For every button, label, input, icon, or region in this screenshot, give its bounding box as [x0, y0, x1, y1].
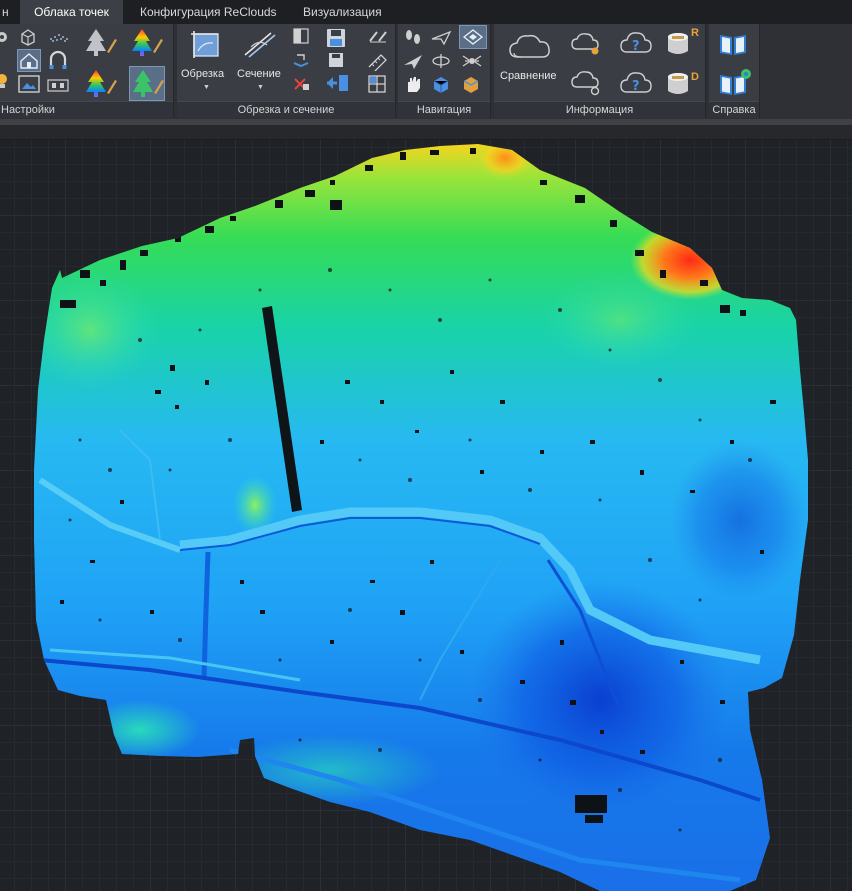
grid-icon[interactable] — [367, 74, 387, 94]
house-cloud-icon[interactable] — [17, 49, 41, 72]
compare-button[interactable]: Сравнение — [500, 27, 564, 93]
tree-pen-icon[interactable] — [84, 27, 118, 59]
cloud-dot-icon[interactable] — [569, 29, 603, 57]
plane-icon[interactable] — [402, 51, 424, 71]
section-dropdown-arrow: ▼ — [257, 84, 264, 91]
tree-color-icon[interactable] — [84, 68, 118, 100]
lightbulb-partial-icon[interactable] — [0, 72, 12, 90]
svg-text:?: ? — [632, 39, 640, 54]
tree-rainbow-pen-icon[interactable] — [130, 27, 164, 59]
cloud-question-icon[interactable]: ? — [618, 28, 654, 58]
save-as-icon[interactable] — [325, 51, 347, 71]
group-clip-section-label: Обрезка и сечение — [177, 101, 395, 118]
point-cloud-render[interactable] — [0, 140, 852, 891]
database-d-badge: D — [691, 71, 699, 83]
picture-frame-icon[interactable] — [17, 73, 41, 95]
group-help: Справка — [709, 24, 760, 118]
svg-text:?: ? — [632, 79, 640, 94]
tab-visualization[interactable]: Визуализация — [303, 0, 403, 24]
fly-plane-icon[interactable] — [430, 27, 452, 47]
elevation-map — [34, 144, 808, 891]
database-d-icon[interactable]: D — [664, 67, 700, 101]
measure-icon[interactable] — [367, 51, 389, 71]
hatch-icon[interactable] — [46, 27, 72, 45]
group-clip-section: Обрезка ▼ Сечение ▼ Обрезка и сечение — [177, 24, 396, 118]
group-info-label: Информация — [494, 101, 705, 118]
orbit-icon[interactable] — [430, 51, 452, 71]
clip-dropdown-arrow: ▼ — [203, 84, 210, 91]
cube-icon[interactable] — [18, 27, 38, 47]
compare-button-label: Сравнение — [500, 70, 557, 82]
group-navigation: Навигация — [398, 24, 491, 118]
book-icon[interactable] — [717, 30, 749, 58]
ribbon: Настройки Обрезка ▼ Сечение ▼ Обрезка и … — [0, 24, 852, 119]
ribbon-tabs: н Облака точек Конфигурация ReClouds Виз… — [0, 0, 852, 24]
database-r-icon[interactable]: R — [664, 27, 700, 61]
binoculars-icon[interactable] — [367, 27, 389, 47]
hand-icon[interactable] — [402, 74, 424, 94]
footprints-icon[interactable] — [402, 27, 424, 47]
group-help-label: Справка — [709, 101, 759, 118]
tab-reclouds-config[interactable]: Конфигурация ReClouds — [140, 0, 290, 24]
group-navigation-label: Навигация — [398, 101, 490, 118]
magnet-house-icon[interactable] — [46, 50, 70, 71]
tree-green-icon[interactable] — [129, 66, 165, 101]
navigation-select-icon[interactable] — [459, 25, 487, 49]
reclouds-app: н Облака точек Конфигурация ReClouds Виз… — [0, 0, 852, 891]
book-web-icon[interactable] — [717, 68, 753, 98]
clear-clip-icon[interactable] — [292, 74, 310, 92]
group-info: Сравнение ? ? R D Информация — [494, 24, 706, 118]
clip-button-label: Обрезка — [181, 68, 225, 80]
box-view-icon[interactable] — [430, 74, 452, 94]
section-button[interactable]: Сечение ▼ — [237, 27, 283, 97]
import-arrow-icon[interactable] — [325, 72, 349, 94]
hatch-small-icon[interactable] — [46, 76, 70, 94]
save-icon[interactable] — [325, 27, 347, 49]
group-settings-label: Настройки — [0, 101, 173, 118]
cloud-question-2-icon[interactable]: ? — [618, 68, 654, 98]
section-button-label: Сечение — [237, 68, 281, 80]
database-r-badge: R — [691, 27, 699, 39]
clip-button[interactable]: Обрезка ▼ — [181, 27, 225, 97]
split-view-icon[interactable] — [292, 27, 310, 45]
spider-icon[interactable] — [460, 51, 484, 71]
tab-point-clouds[interactable]: Облака точек — [20, 0, 123, 24]
box-orange-icon[interactable] — [460, 74, 482, 94]
cloud-ring-icon[interactable] — [569, 69, 603, 97]
tab-partial[interactable]: н — [0, 0, 22, 24]
toolbar-strip — [0, 125, 852, 140]
viewport-3d[interactable] — [0, 140, 852, 891]
layers-arrow-icon[interactable] — [292, 51, 310, 69]
gear-partial-icon[interactable] — [0, 28, 12, 46]
group-settings: Настройки — [0, 24, 174, 118]
